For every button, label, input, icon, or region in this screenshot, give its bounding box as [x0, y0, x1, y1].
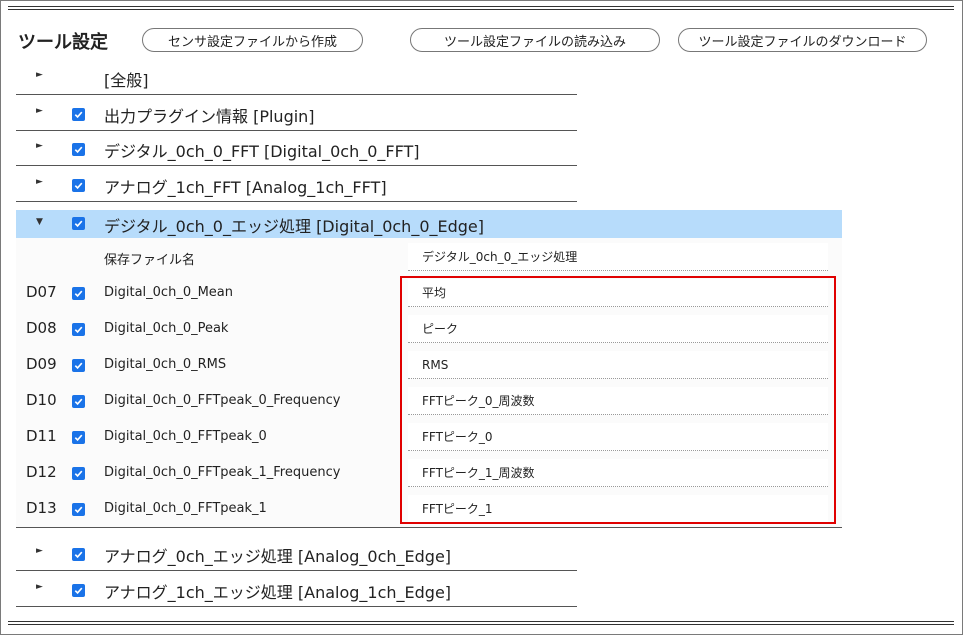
item-value-input[interactable] [408, 459, 828, 487]
bottom-rule [8, 624, 954, 625]
load-tool-settings-button[interactable]: ツール設定ファイルの読み込み [410, 28, 660, 52]
chevron-right-icon[interactable]: ► [36, 582, 43, 592]
section-label: デジタル_0ch_0_FFT [Digital_0ch_0_FFT] [104, 142, 420, 161]
item-value-input[interactable] [408, 423, 828, 451]
section-label: デジタル_0ch_0_エッジ処理 [Digital_0ch_0_Edge] [104, 217, 485, 236]
item-value-input[interactable] [408, 495, 828, 523]
item-name: Digital_0ch_0_FFTpeak_0 [104, 429, 267, 444]
download-tool-settings-button[interactable]: ツール設定ファイルのダウンロード [678, 28, 927, 52]
item-name: Digital_0ch_0_Peak [104, 321, 229, 336]
page-title: ツール設定 [18, 32, 108, 53]
item-name: Digital_0ch_0_FFTpeak_0_Frequency [104, 393, 341, 408]
item-name: Digital_0ch_0_Mean [104, 285, 234, 300]
chevron-right-icon[interactable]: ► [36, 546, 43, 556]
item-code: D07 [26, 283, 57, 301]
section-detail: 保存ファイル名 D07 Digital_0ch_0_Mean D08 Digital_… [16, 238, 842, 528]
item-row: D13 Digital_0ch_0_FFTpeak_1 [16, 491, 842, 527]
item-value-input[interactable] [408, 387, 828, 415]
section-row[interactable]: ► アナログ_0ch_エッジ処理 [Analog_0ch_Edge] [16, 535, 577, 571]
create-from-sensor-button[interactable]: センサ設定ファイルから作成 [142, 28, 363, 52]
section-label: アナログ_1ch_FFT [Analog_1ch_FFT] [104, 178, 387, 197]
save-file-row: 保存ファイル名 [16, 239, 842, 275]
chevron-right-icon[interactable]: ► [36, 106, 43, 116]
item-row: D12 Digital_0ch_0_FFTpeak_1_Frequency [16, 455, 842, 491]
section-row[interactable]: ► [全般] [16, 59, 577, 95]
section-label: 出力プラグイン情報 [Plugin] [104, 107, 315, 126]
item-value-input[interactable] [408, 279, 828, 307]
checkbox[interactable] [72, 287, 85, 300]
checkbox[interactable] [72, 431, 85, 444]
top-rule [8, 6, 954, 7]
item-name: Digital_0ch_0_FFTpeak_1 [104, 501, 267, 516]
item-row: D09 Digital_0ch_0_RMS [16, 347, 842, 383]
checkbox[interactable] [72, 359, 85, 372]
chevron-down-icon[interactable]: ▼ [36, 217, 43, 227]
checkbox[interactable] [72, 179, 85, 192]
checkbox[interactable] [72, 108, 85, 121]
save-file-label: 保存ファイル名 [104, 253, 196, 268]
checkbox[interactable] [72, 548, 85, 561]
checkbox[interactable] [72, 217, 85, 230]
item-code: D12 [26, 463, 57, 481]
chevron-right-icon[interactable]: ► [36, 141, 43, 151]
item-row: D11 Digital_0ch_0_FFTpeak_0 [16, 419, 842, 455]
checkbox[interactable] [72, 503, 85, 516]
item-value-input[interactable] [408, 315, 828, 343]
bottom-rule [8, 621, 954, 622]
top-rule [8, 9, 954, 10]
checkbox[interactable] [72, 467, 85, 480]
checkbox[interactable] [72, 584, 85, 597]
item-code: D11 [26, 427, 57, 445]
item-row: D08 Digital_0ch_0_Peak [16, 311, 842, 347]
section-row[interactable]: ► 出力プラグイン情報 [Plugin] [16, 95, 577, 131]
section-row[interactable]: ► デジタル_0ch_0_FFT [Digital_0ch_0_FFT] [16, 130, 577, 166]
header: ツール設定 センサ設定ファイルから作成 ツール設定ファイルの読み込み ツール設定… [18, 26, 948, 54]
item-code: D10 [26, 391, 57, 409]
section-label: アナログ_0ch_エッジ処理 [Analog_0ch_Edge] [104, 547, 452, 566]
item-row: D07 Digital_0ch_0_Mean [16, 275, 842, 311]
section-row-open[interactable]: ▼ デジタル_0ch_0_エッジ処理 [Digital_0ch_0_Edge] [16, 210, 842, 238]
item-name: Digital_0ch_0_RMS [104, 357, 227, 372]
item-value-input[interactable] [408, 351, 828, 379]
section-row[interactable]: ► アナログ_1ch_FFT [Analog_1ch_FFT] [16, 166, 577, 202]
checkbox[interactable] [72, 395, 85, 408]
checkbox[interactable] [72, 143, 85, 156]
item-row: D10 Digital_0ch_0_FFTpeak_0_Frequency [16, 383, 842, 419]
chevron-right-icon[interactable]: ► [36, 177, 43, 187]
save-file-input[interactable] [408, 243, 828, 271]
item-code: D13 [26, 499, 57, 517]
section-label: [全般] [104, 71, 149, 90]
chevron-right-icon[interactable]: ► [36, 70, 43, 80]
checkbox[interactable] [72, 323, 85, 336]
section-label: アナログ_1ch_エッジ処理 [Analog_1ch_Edge] [104, 583, 452, 602]
item-name: Digital_0ch_0_FFTpeak_1_Frequency [104, 465, 341, 480]
item-code: D08 [26, 319, 57, 337]
section-row[interactable]: ► アナログ_1ch_エッジ処理 [Analog_1ch_Edge] [16, 571, 577, 607]
item-code: D09 [26, 355, 57, 373]
